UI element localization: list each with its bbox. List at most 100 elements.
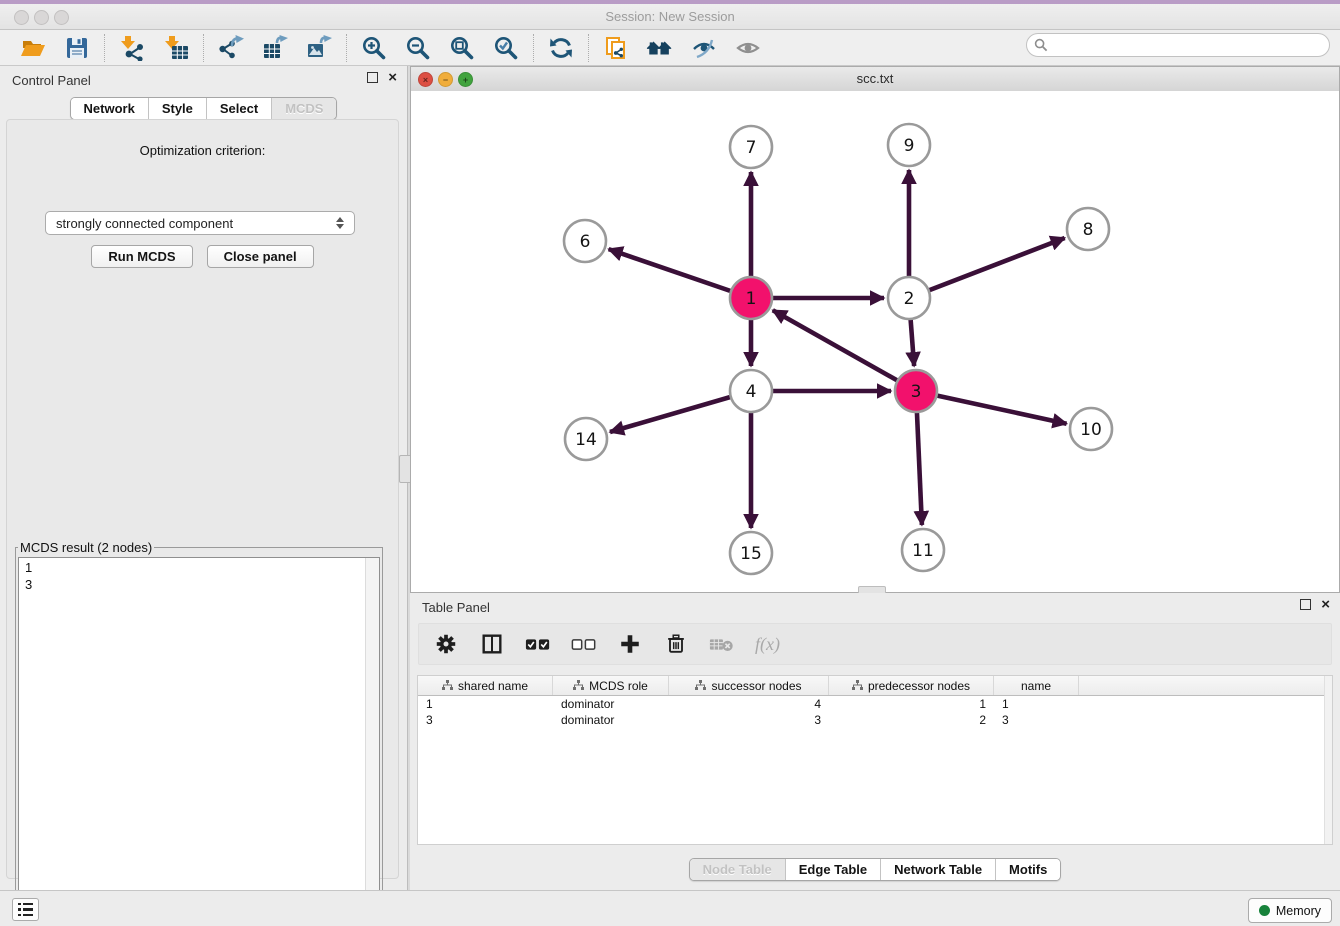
graph-edge-1-6[interactable] <box>609 249 751 298</box>
graph-node-label: 14 <box>575 430 597 450</box>
column-header-label: shared name <box>458 679 528 693</box>
open-folder-icon[interactable] <box>19 34 47 62</box>
result-scrollbar[interactable] <box>365 558 379 908</box>
table-cell[interactable]: 1 <box>829 696 994 712</box>
run-mcds-button[interactable]: Run MCDS <box>91 245 192 268</box>
graph-edge-3-1[interactable] <box>773 310 916 391</box>
criterion-dropdown[interactable]: strongly connected component <box>45 211 355 235</box>
control-panel-tab-bar: NetworkStyleSelectMCDS <box>70 97 338 120</box>
table-cell[interactable]: 1 <box>994 696 1079 712</box>
network-canvas[interactable]: 7968124314101511 <box>411 91 1339 592</box>
column-header-shared-name[interactable]: shared name <box>418 676 553 695</box>
column-header-label: MCDS role <box>589 679 648 693</box>
table-row[interactable]: 1dominator411 <box>418 696 1332 712</box>
table-options-gear-icon[interactable] <box>433 631 459 657</box>
task-history-list-icon[interactable] <box>12 898 39 921</box>
table-cell[interactable]: 3 <box>669 712 829 728</box>
control-panel-close-icon[interactable]: × <box>388 73 397 82</box>
table-cell[interactable]: 4 <box>669 696 829 712</box>
clone-network-icon[interactable] <box>602 34 630 62</box>
column-type-icon <box>852 680 863 691</box>
table-tab-bar: Node TableEdge TableNetwork TableMotifs <box>689 858 1062 881</box>
network-view-window: × − + scc.txt 7968124314101511 <box>410 66 1340 593</box>
save-session-icon[interactable] <box>63 34 91 62</box>
control-panel-float-icon[interactable] <box>367 72 378 83</box>
tab-mcds[interactable]: MCDS <box>272 98 336 119</box>
table-cell[interactable]: dominator <box>553 696 669 712</box>
tab-network[interactable]: Network <box>71 98 149 119</box>
table-panel-title: Table Panel <box>422 600 490 615</box>
graph-node-label: 6 <box>580 232 591 252</box>
column-header-label: name <box>1021 679 1051 693</box>
column-header-predecessor-nodes[interactable]: predecessor nodes <box>829 676 994 695</box>
tab-select[interactable]: Select <box>207 98 272 119</box>
mcds-panel: Optimization criterion: strongly connect… <box>6 119 399 879</box>
export-table-icon[interactable] <box>261 34 289 62</box>
delete-column-trash-icon[interactable] <box>663 631 689 657</box>
app-titlebar: Session: New Session <box>0 4 1340 30</box>
export-image-icon[interactable] <box>305 34 333 62</box>
graph-node-label: 1 <box>746 289 757 309</box>
graph-node-label: 15 <box>740 544 762 564</box>
table-cell[interactable]: 3 <box>418 712 553 728</box>
control-panel-title: Control Panel <box>12 73 91 88</box>
node-table-header: shared name MCDS role successor nodes prede… <box>418 676 1332 696</box>
birds-eye-view-icon[interactable] <box>734 34 762 62</box>
column-header-label: successor nodes <box>711 679 801 693</box>
network-window-title: scc.txt <box>411 71 1339 86</box>
toggle-graphics-details-icon[interactable] <box>690 34 718 62</box>
export-network-icon[interactable] <box>217 34 245 62</box>
graph-node-label: 10 <box>1080 420 1102 440</box>
mcds-result-lines: 1 3 <box>19 558 379 594</box>
graph-node-label: 9 <box>904 136 915 156</box>
main-toolbar <box>0 30 1340 66</box>
table-panel-float-icon[interactable] <box>1300 599 1311 610</box>
deselect-all-checkboxes-icon[interactable] <box>571 631 597 657</box>
graph-node-label: 2 <box>904 289 915 309</box>
import-network-icon[interactable] <box>118 34 146 62</box>
select-all-checkboxes-icon[interactable] <box>525 631 551 657</box>
control-panel: Control Panel × NetworkStyleSelectMCDS O… <box>0 66 407 890</box>
tab-motifs[interactable]: Motifs <box>996 859 1060 880</box>
table-cell[interactable]: 3 <box>994 712 1079 728</box>
mcds-result-list[interactable]: 1 3 <box>18 557 380 909</box>
tab-node-table[interactable]: Node Table <box>690 859 786 880</box>
tab-edge-table[interactable]: Edge Table <box>786 859 881 880</box>
column-header-mcds-role[interactable]: MCDS role <box>553 676 669 695</box>
tab-style[interactable]: Style <box>149 98 207 119</box>
zoom-fit-icon[interactable] <box>448 34 476 62</box>
criterion-dropdown-value: strongly connected component <box>56 216 336 231</box>
close-panel-button[interactable]: Close panel <box>207 245 314 268</box>
table-toolbar: f(x) <box>418 623 1332 665</box>
apply-layout-home-icon[interactable] <box>646 34 674 62</box>
table-row[interactable]: 3dominator323 <box>418 712 1332 728</box>
table-scrollbar[interactable] <box>1324 676 1332 844</box>
node-table[interactable]: shared name MCDS role successor nodes prede… <box>417 675 1333 845</box>
graph-node-label: 4 <box>746 382 757 402</box>
memory-status-icon <box>1259 905 1270 916</box>
column-visibility-icon[interactable] <box>479 631 505 657</box>
graph-edge-3-10[interactable] <box>916 391 1067 424</box>
zoom-out-icon[interactable] <box>404 34 432 62</box>
graph-edge-2-8[interactable] <box>909 238 1065 298</box>
global-search[interactable] <box>1026 33 1330 57</box>
graph-node-label: 3 <box>911 382 922 402</box>
refresh-network-icon[interactable] <box>547 34 575 62</box>
tab-network-table[interactable]: Network Table <box>881 859 996 880</box>
column-type-icon <box>573 680 584 691</box>
mcds-result-title: MCDS result (2 nodes) <box>18 540 154 555</box>
table-cell[interactable]: dominator <box>553 712 669 728</box>
column-header-successor-nodes[interactable]: successor nodes <box>669 676 829 695</box>
column-header-name[interactable]: name <box>994 676 1079 695</box>
add-column-icon[interactable] <box>617 631 643 657</box>
import-table-icon[interactable] <box>162 34 190 62</box>
zoom-selected-icon[interactable] <box>492 34 520 62</box>
table-panel: Table Panel × f(x) shared nameMCDS rol <box>410 593 1340 890</box>
table-cell[interactable]: 1 <box>418 696 553 712</box>
memory-button[interactable]: Memory <box>1248 898 1332 923</box>
table-panel-close-icon[interactable]: × <box>1321 600 1330 609</box>
table-cell[interactable]: 2 <box>829 712 994 728</box>
graph-node-label: 8 <box>1083 220 1094 240</box>
search-input[interactable] <box>1048 37 1322 53</box>
zoom-in-icon[interactable] <box>360 34 388 62</box>
